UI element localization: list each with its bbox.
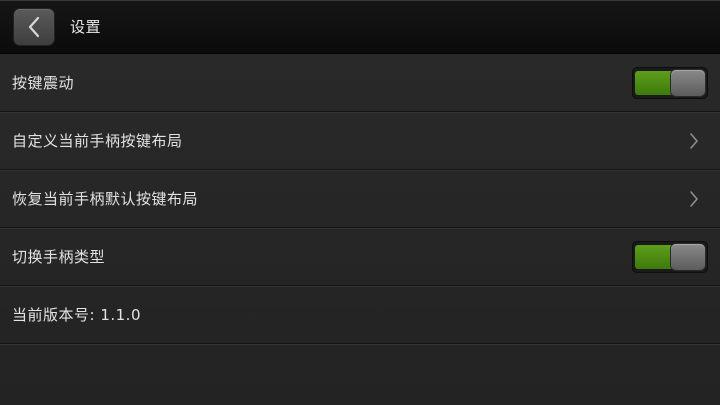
settings-screen: 设置 按键震动 自定义当前手柄按键布局 恢复当前手柄默认按键布局 切换手柄类型 [0, 0, 720, 405]
setting-row-custom-layout[interactable]: 自定义当前手柄按键布局 [0, 112, 720, 170]
version-label: 当前版本号: 1.1.0 [12, 306, 141, 324]
setting-row-restore-layout[interactable]: 恢复当前手柄默认按键布局 [0, 170, 720, 228]
back-button[interactable] [13, 7, 55, 46]
key-vibration-toggle[interactable] [633, 67, 707, 98]
chevron-left-icon [28, 16, 40, 37]
setting-row-key-vibration[interactable]: 按键震动 [0, 54, 720, 112]
setting-row-version: 当前版本号: 1.1.0 [0, 286, 720, 344]
setting-label: 恢复当前手柄默认按键布局 [12, 190, 199, 208]
chevron-right-icon [689, 190, 699, 208]
setting-label: 切换手柄类型 [12, 248, 106, 266]
toggle-knob[interactable] [671, 243, 705, 270]
setting-label: 自定义当前手柄按键布局 [12, 132, 183, 150]
controller-type-toggle[interactable] [633, 241, 707, 272]
setting-row-controller-type[interactable]: 切换手柄类型 [0, 228, 720, 286]
chevron-right-icon [689, 132, 699, 150]
toggle-knob[interactable] [671, 69, 705, 96]
title-bar: 设置 [0, 0, 720, 54]
page-title: 设置 [70, 18, 102, 36]
setting-label: 按键震动 [12, 74, 75, 92]
